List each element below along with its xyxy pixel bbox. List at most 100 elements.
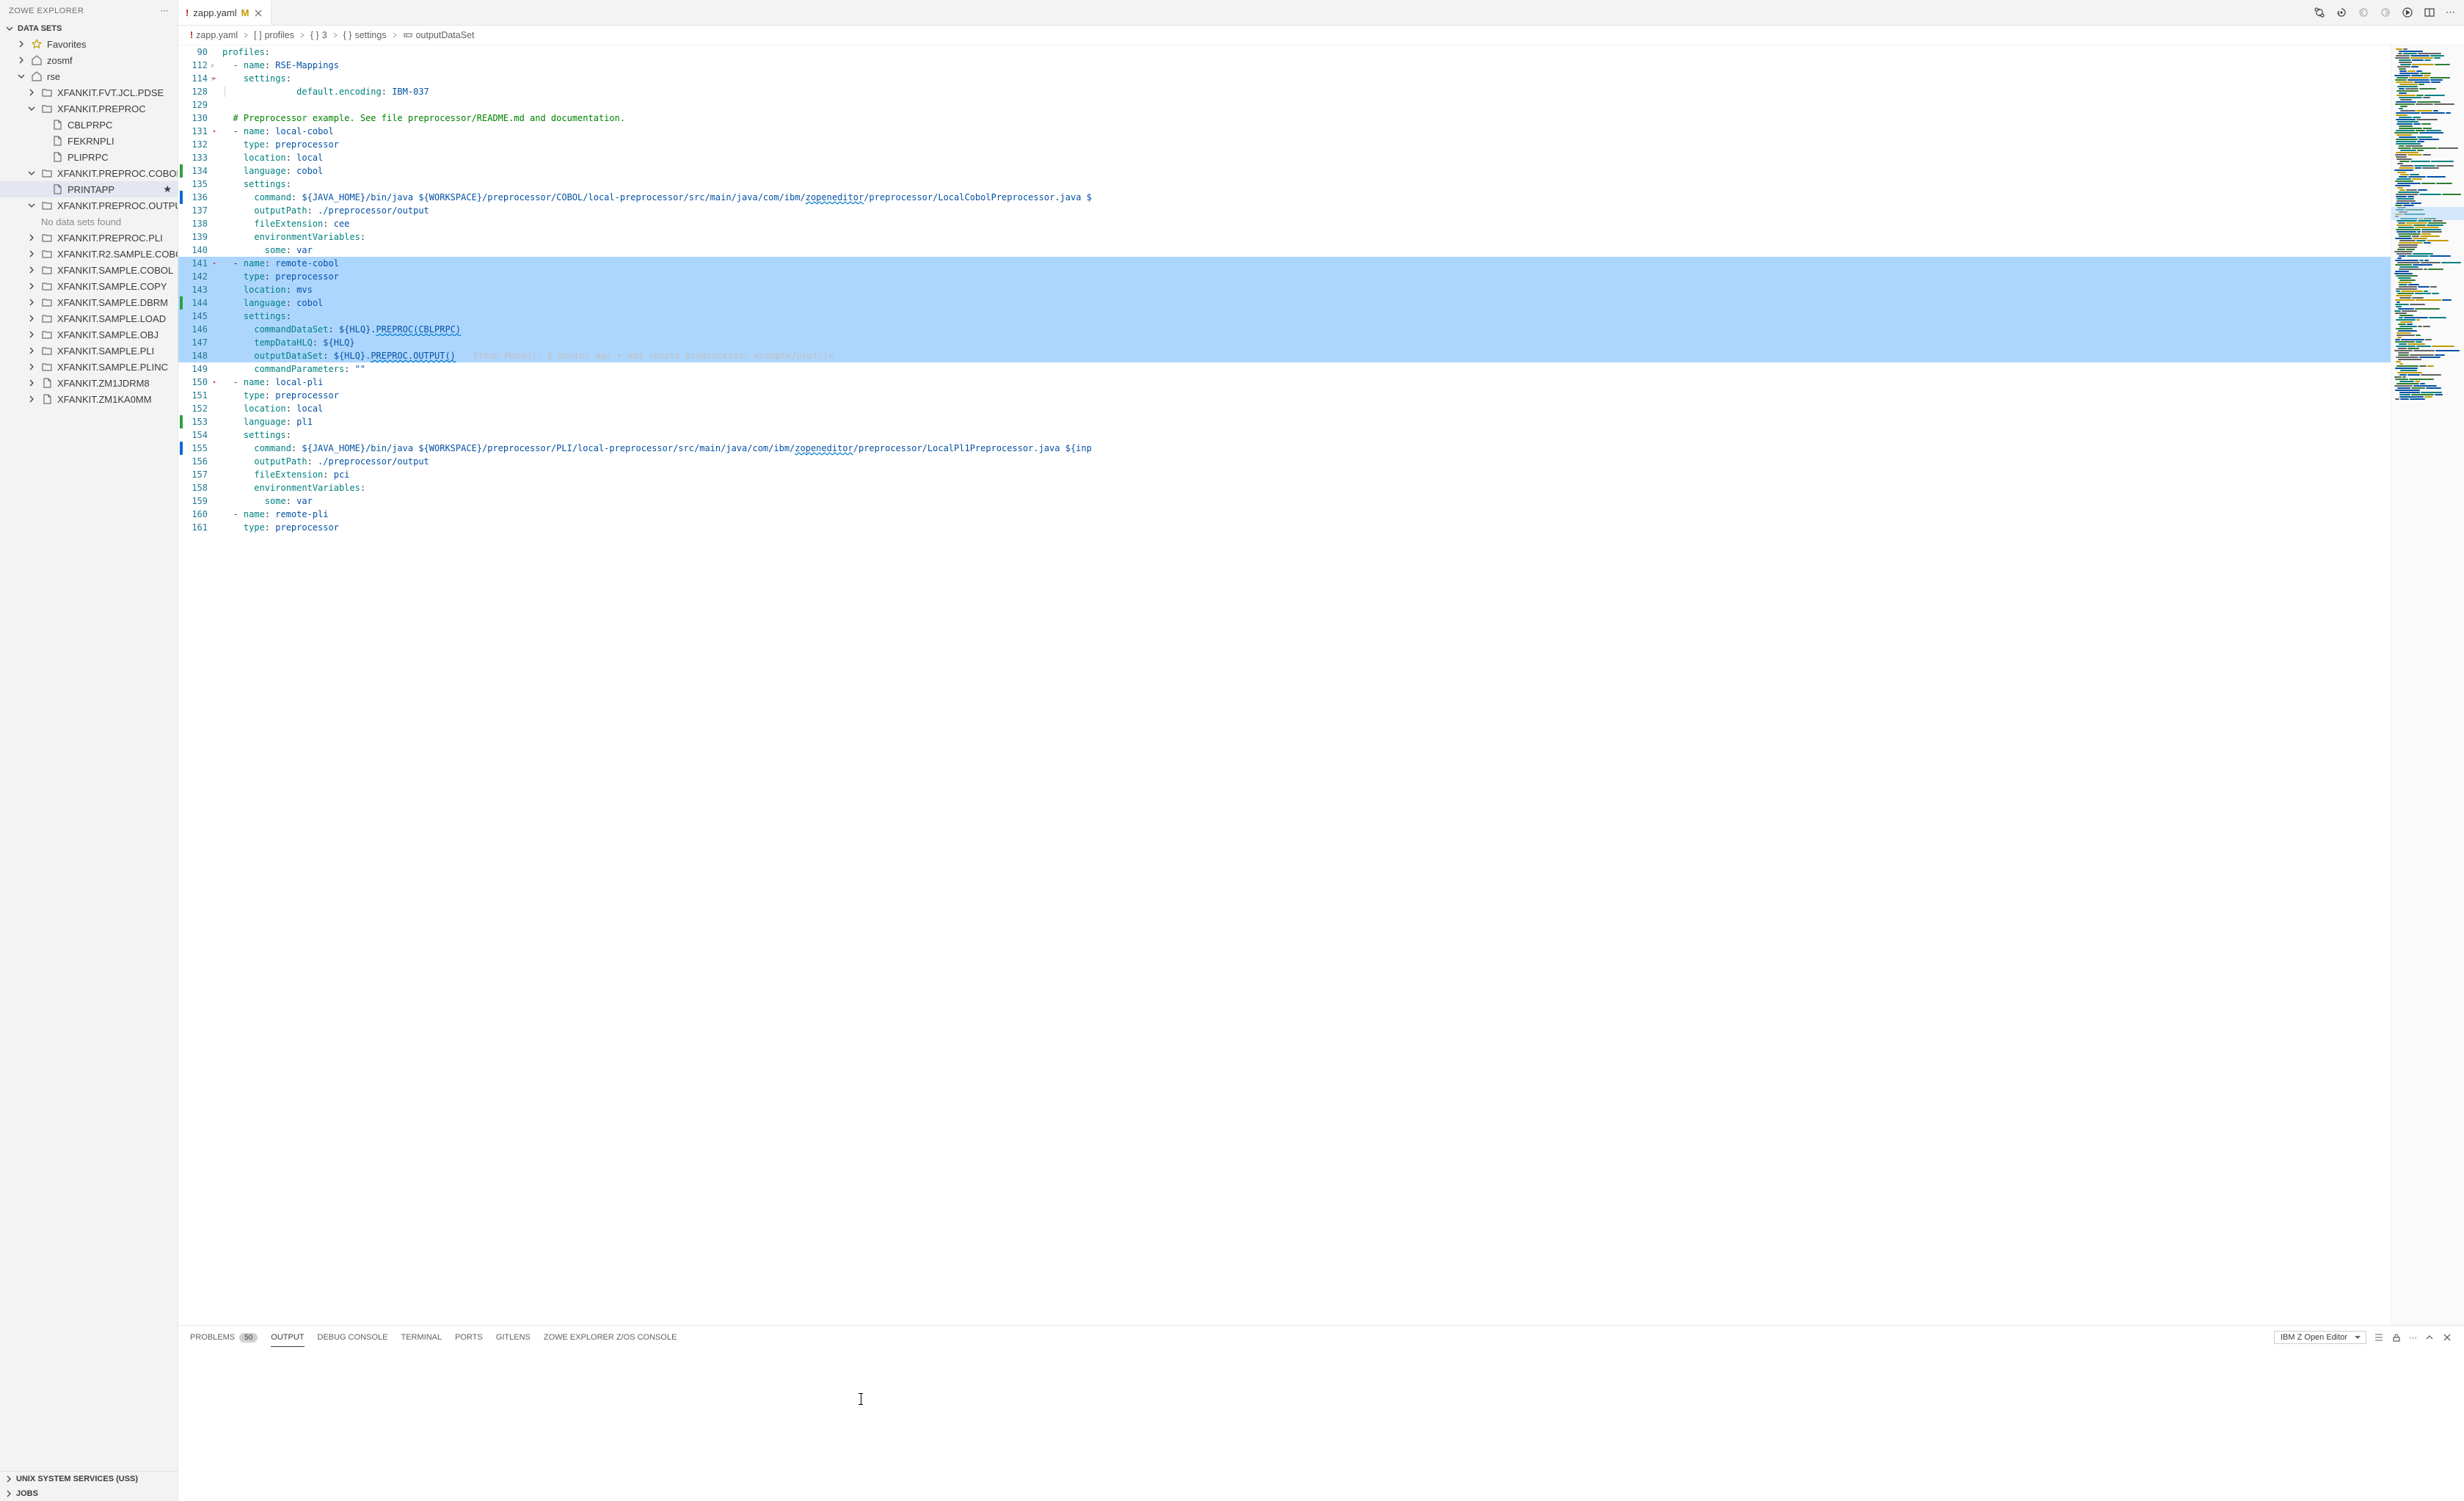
close-tab-icon[interactable]: [253, 8, 263, 18]
output-body[interactable]: [178, 1349, 2464, 1501]
code-line[interactable]: 114▸ settings:: [178, 72, 2391, 85]
code-line[interactable]: 138 fileExtension: cee: [178, 217, 2391, 230]
code-line[interactable]: 129: [178, 98, 2391, 112]
star-filled-icon[interactable]: ★: [163, 183, 172, 195]
revert-icon[interactable]: [2336, 7, 2347, 18]
code-line[interactable]: 154 settings:: [178, 428, 2391, 442]
tree-item[interactable]: rse: [0, 68, 178, 84]
split-editor-icon[interactable]: [2424, 7, 2435, 18]
code-line[interactable]: 142 type: preprocessor: [178, 270, 2391, 283]
tree-item[interactable]: XFANKIT.ZM1KA0MM: [0, 391, 178, 407]
next-change-icon[interactable]: [2380, 7, 2391, 18]
code-line[interactable]: 159 some: var: [178, 494, 2391, 508]
tree-item[interactable]: CBLPRPC: [0, 117, 178, 133]
close-panel-icon[interactable]: [2442, 1332, 2452, 1343]
tree-item[interactable]: XFANKIT.SAMPLE.COPY: [0, 278, 178, 294]
tree-item[interactable]: XFANKIT.ZM1JDRM8: [0, 375, 178, 391]
run-icon[interactable]: [2402, 7, 2413, 18]
code-line[interactable]: 158 environmentVariables:: [178, 481, 2391, 494]
code-line[interactable]: 128│ default.encoding: IBM-037: [178, 85, 2391, 98]
code-line[interactable]: 160 - name: remote-pli: [178, 508, 2391, 521]
tree-item[interactable]: PRINTAPP★: [0, 181, 178, 197]
sidebar-more-icon[interactable]: ⋯: [161, 6, 170, 15]
code-line[interactable]: 131▸ - name: local-cobol: [178, 125, 2391, 138]
panel-tab-debug-console[interactable]: DEBUG CONSOLE: [318, 1329, 388, 1346]
line-number: 129: [178, 98, 214, 112]
folder-icon: [41, 329, 53, 340]
more-actions-icon[interactable]: ⋯: [2446, 7, 2455, 18]
panel-tab-gitlens[interactable]: GITLENS: [496, 1329, 531, 1346]
maximize-icon[interactable]: [2424, 1332, 2435, 1343]
code-line[interactable]: 150▸ - name: local-pli: [178, 376, 2391, 389]
panel-tab-terminal[interactable]: TERMINAL: [401, 1329, 442, 1346]
code-line[interactable]: 153 language: pl1: [178, 415, 2391, 428]
code-line[interactable]: 145 settings:: [178, 310, 2391, 323]
code-line[interactable]: 90profiles:: [178, 45, 2391, 59]
lock-icon[interactable]: [2391, 1332, 2402, 1343]
code-line[interactable]: 147 tempDataHLQ: ${HLQ}: [178, 336, 2391, 349]
code-line[interactable]: 152 location: local: [178, 402, 2391, 415]
code-line[interactable]: 137 outputPath: ./preprocessor/output: [178, 204, 2391, 217]
code-line[interactable]: 112 - name: RSE-Mappings: [178, 59, 2391, 72]
section-uss[interactable]: UNIX SYSTEM SERVICES (USS): [0, 1472, 178, 1486]
code-line[interactable]: 156 outputPath: ./preprocessor/output: [178, 455, 2391, 468]
panel-tab-zowe-explorer-z-os-console[interactable]: ZOWE EXPLORER Z/OS CONSOLE: [544, 1329, 677, 1346]
tree-item[interactable]: XFANKIT.PREPROC.COBOL: [0, 165, 178, 181]
code-line[interactable]: 140 some: var: [178, 244, 2391, 257]
tree-item[interactable]: XFANKIT.PREPROC.PLI: [0, 230, 178, 246]
panel-more-icon[interactable]: ⋯: [2409, 1333, 2417, 1343]
section-datasets[interactable]: DATA SETS: [0, 21, 178, 36]
chevron-down-icon: [26, 200, 37, 211]
tree-item[interactable]: XFANKIT.SAMPLE.DBRM: [0, 294, 178, 310]
code-line[interactable]: 143 location: mvs: [178, 283, 2391, 296]
tree-item[interactable]: XFANKIT.FVT.JCL.PDSE: [0, 84, 178, 101]
code-line[interactable]: 161 type: preprocessor: [178, 521, 2391, 534]
code-line[interactable]: 157 fileExtension: pci: [178, 468, 2391, 481]
breadcrumb-item[interactable]: { } 3: [310, 30, 327, 40]
code-line[interactable]: 132 type: preprocessor: [178, 138, 2391, 151]
code-line[interactable]: 134 language: cobol: [178, 164, 2391, 178]
breadcrumb-item[interactable]: outputDataSet: [403, 30, 475, 40]
code-line[interactable]: 139 environmentVariables:: [178, 230, 2391, 244]
prev-change-icon[interactable]: [2358, 7, 2369, 18]
breadcrumb-item[interactable]: { } settings: [343, 30, 387, 40]
panel-tab-output[interactable]: OUTPUT: [271, 1329, 304, 1347]
panel-tab-problems[interactable]: PROBLEMS50: [190, 1329, 258, 1347]
panel-tab-ports[interactable]: PORTS: [455, 1329, 483, 1346]
tree-item[interactable]: XFANKIT.SAMPLE.PLI: [0, 343, 178, 359]
code-line[interactable]: 151 type: preprocessor: [178, 389, 2391, 402]
output-channel-select[interactable]: IBM Z Open Editor: [2274, 1331, 2366, 1344]
breadcrumb[interactable]: ! zapp.yaml [ ] profiles { } 3 { } settings…: [178, 26, 2464, 45]
code-line[interactable]: 148 outputDataSet: ${HLQ}.PREPROC.OUTPUT…: [178, 349, 2391, 362]
code-line[interactable]: 155 command: ${JAVA_HOME}/bin/java ${WOR…: [178, 442, 2391, 455]
tree-item[interactable]: XFANKIT.SAMPLE.PLINC: [0, 359, 178, 375]
tree-item[interactable]: XFANKIT.SAMPLE.COBOL: [0, 262, 178, 278]
code-line[interactable]: 133 location: local: [178, 151, 2391, 164]
tree-item[interactable]: XFANKIT.R2.SAMPLE.COBOL: [0, 246, 178, 262]
code-line[interactable]: 130 # Preprocessor example. See file pre…: [178, 112, 2391, 125]
folder-icon: [41, 280, 53, 292]
tree-item[interactable]: XFANKIT.PREPROC.OUTPUT: [0, 197, 178, 213]
tree-item[interactable]: PLIPRPC: [0, 149, 178, 165]
editor-scroll[interactable]: 90profiles:112 - name: RSE-Mappings114▸ …: [178, 45, 2391, 1325]
tree-item[interactable]: XFANKIT.SAMPLE.LOAD: [0, 310, 178, 326]
code-line[interactable]: 149 commandParameters: "": [178, 362, 2391, 376]
code-line[interactable]: 141▸ - name: remote-cobol: [178, 257, 2391, 270]
tree-item[interactable]: XFANKIT.PREPROC: [0, 101, 178, 117]
tree-item[interactable]: FEKRNPLI: [0, 133, 178, 149]
editor-tab[interactable]: ! zapp.yaml M: [178, 0, 271, 25]
breadcrumb-item[interactable]: ! zapp.yaml: [190, 30, 238, 40]
code-editor[interactable]: 90profiles:112 - name: RSE-Mappings114▸ …: [178, 45, 2391, 534]
code-line[interactable]: 136 command: ${JAVA_HOME}/bin/java ${WOR…: [178, 191, 2391, 204]
code-line[interactable]: 135 settings:: [178, 178, 2391, 191]
tree-item[interactable]: zosmf: [0, 52, 178, 68]
section-jobs[interactable]: JOBS: [0, 1486, 178, 1501]
minimap[interactable]: [2391, 45, 2464, 1325]
breadcrumb-item[interactable]: [ ] profiles: [254, 30, 294, 40]
code-line[interactable]: 144 language: cobol: [178, 296, 2391, 310]
tree-item[interactable]: Favorites: [0, 36, 178, 52]
git-compare-icon[interactable]: [2314, 7, 2325, 18]
code-line[interactable]: 146 commandDataSet: ${HLQ}.PREPROC(CBLPR…: [178, 323, 2391, 336]
filter-icon[interactable]: [2374, 1332, 2384, 1343]
tree-item[interactable]: XFANKIT.SAMPLE.OBJ: [0, 326, 178, 343]
